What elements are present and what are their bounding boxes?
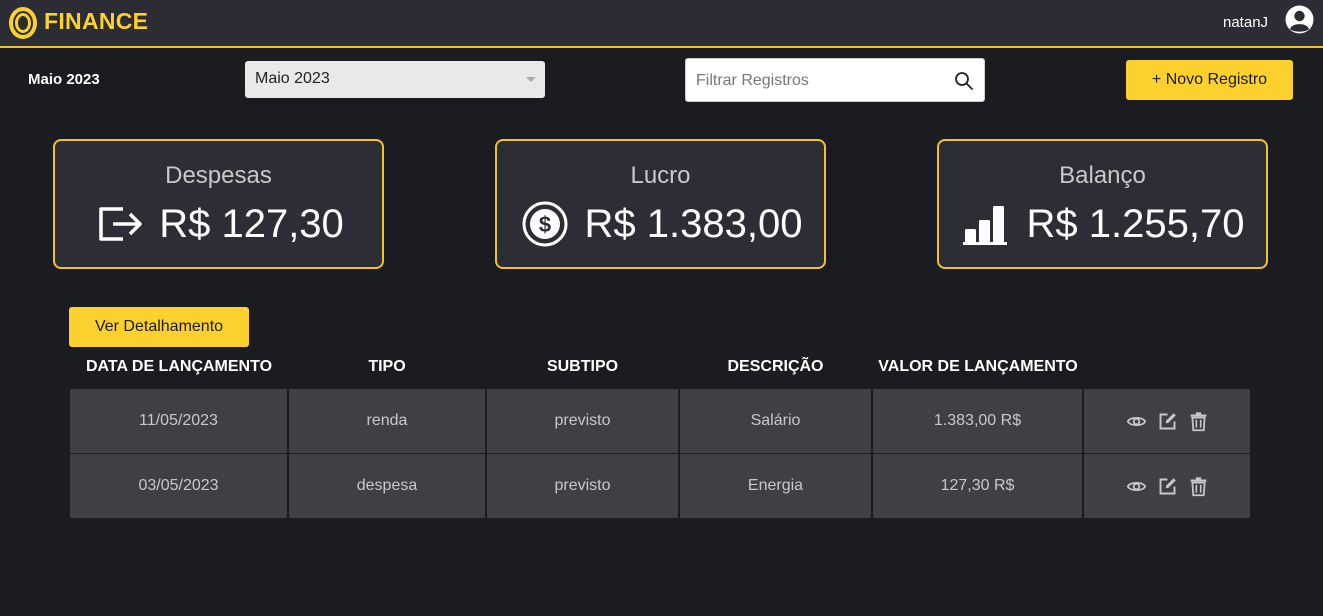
coin-icon: [9, 7, 37, 39]
cell-value: 1.383,00 R$: [873, 389, 1082, 453]
row-actions: [1084, 454, 1250, 518]
expenses-card-title: Despesas: [165, 162, 272, 189]
header-value: VALOR DE LANÇAMENTO: [878, 358, 1078, 375]
balance-value: R$ 1.255,70: [1026, 201, 1245, 246]
dollar-coin-icon: $: [522, 201, 568, 247]
eye-icon[interactable]: [1126, 411, 1147, 432]
eye-icon[interactable]: [1126, 476, 1147, 497]
cell-date: 11/05/2023: [70, 389, 287, 453]
user-avatar-icon[interactable]: [1285, 5, 1314, 34]
month-select-value: Maio 2023: [255, 70, 330, 87]
view-details-button[interactable]: Ver Detalhamento: [69, 307, 249, 347]
cell-value: 127,30 R$: [873, 454, 1082, 518]
header-subtype: SUBTIPO: [546, 358, 619, 375]
bar-chart-icon: [962, 206, 1007, 245]
logout-icon: [99, 207, 142, 241]
current-month-label: Maio 2023: [28, 71, 100, 88]
expenses-card: Despesas R$ 127,30: [53, 139, 384, 269]
balance-card-title: Balanço: [1059, 162, 1146, 189]
balance-card: Balanço R$ 1.255,70: [937, 139, 1268, 269]
edit-icon[interactable]: [1157, 476, 1178, 497]
profit-value: R$ 1.383,00: [584, 201, 803, 246]
username: natanJ: [1223, 14, 1269, 31]
cell-type: renda: [289, 389, 485, 453]
search-box[interactable]: [685, 58, 985, 102]
trash-icon[interactable]: [1188, 411, 1209, 432]
month-select[interactable]: Maio 2023: [245, 61, 545, 98]
header-type: TIPO: [368, 358, 406, 375]
header-date: DATA DE LANÇAMENTO: [85, 358, 273, 375]
cell-description: Energia: [680, 454, 871, 518]
profit-card-title: Lucro: [630, 162, 691, 189]
search-icon[interactable]: [954, 71, 974, 91]
edit-icon[interactable]: [1157, 411, 1178, 432]
cell-description: Salário: [680, 389, 871, 453]
table-row: 03/05/2023 despesa previsto Energia 127,…: [70, 454, 1250, 518]
row-actions: [1084, 389, 1250, 453]
expenses-value: R$ 127,30: [159, 201, 344, 246]
profit-card: Lucro $ R$ 1.383,00: [495, 139, 826, 269]
cell-type: despesa: [289, 454, 485, 518]
search-input[interactable]: [696, 70, 946, 92]
brand-title[interactable]: FINANCE: [44, 8, 148, 35]
table-row: 11/05/2023 renda previsto Salário 1.383,…: [70, 389, 1250, 453]
cell-subtype: previsto: [487, 389, 678, 453]
header-description: DESCRIÇÃO: [727, 358, 824, 375]
trash-icon[interactable]: [1188, 476, 1209, 497]
top-bar: FINANCE natanJ: [0, 0, 1323, 48]
cell-date: 03/05/2023: [70, 454, 287, 518]
svg-text:$: $: [538, 212, 550, 237]
chevron-down-icon: [526, 77, 536, 82]
cell-subtype: previsto: [487, 454, 678, 518]
new-record-button[interactable]: + Novo Registro: [1126, 60, 1293, 100]
